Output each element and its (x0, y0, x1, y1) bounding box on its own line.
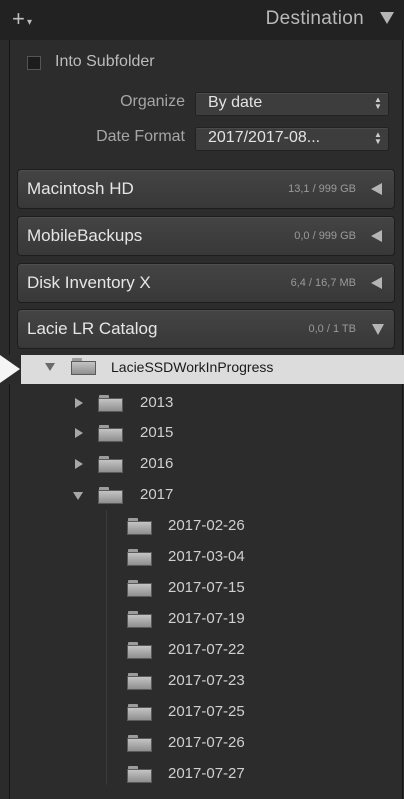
folder-icon (127, 549, 153, 566)
collapsed-triangle-icon[interactable] (371, 230, 382, 242)
volume-macintosh-hd[interactable]: Macintosh HD 13,1 / 999 GB (17, 169, 395, 209)
stepper-arrows-icon: ▲ ▼ (374, 95, 382, 111)
volume-size: 0,0 / 1 TB (308, 323, 357, 335)
folder-row-2016[interactable]: 2016 (0, 453, 404, 477)
add-destination-button[interactable]: + ▾ (12, 6, 42, 32)
folder-name: 2017-07-22 (168, 641, 245, 658)
volume-name: Lacie LR Catalog (27, 319, 158, 338)
folder-name: 2017-07-15 (168, 579, 245, 596)
organize-value: By date (208, 94, 263, 111)
folder-row-date[interactable]: 2017-07-22 (0, 639, 404, 663)
folder-icon (71, 358, 97, 375)
date-format-label: Date Format (96, 128, 185, 145)
organize-select[interactable]: By date ▲ ▼ (195, 92, 389, 116)
folder-row-date[interactable]: 2017-07-23 (0, 670, 404, 694)
date-format-value: 2017/2017-08... (208, 129, 321, 146)
volume-name: MobileBackups (27, 226, 143, 245)
stepper-arrows-icon: ▲ ▼ (374, 130, 382, 146)
volume-size: 0,0 / 999 GB (294, 230, 356, 242)
into-subfolder-label: Into Subfolder (55, 53, 155, 70)
collapsed-triangle-icon[interactable] (75, 398, 83, 408)
folder-row-date[interactable]: 2017-03-04 (0, 546, 404, 570)
folder-name: 2017 (140, 486, 174, 503)
folder-row-date[interactable]: 2017-07-26 (0, 732, 404, 756)
volume-mobilebackups[interactable]: MobileBackups 0,0 / 999 GB (17, 216, 395, 256)
expanded-triangle-icon[interactable] (73, 492, 83, 500)
folder-row-2013[interactable]: 2013 (0, 392, 404, 416)
folder-icon (127, 704, 153, 721)
folder-name: 2017-07-27 (168, 765, 245, 782)
folder-icon (98, 425, 124, 442)
folder-icon (127, 611, 153, 628)
plus-icon: + (12, 6, 25, 31)
folder-name: LacieSSDWorkInProgress (111, 359, 274, 375)
folder-icon (127, 735, 153, 752)
folder-icon (127, 642, 153, 659)
volume-disk-inventory-x[interactable]: Disk Inventory X 6,4 / 16,7 MB (17, 263, 395, 303)
folder-name: 2017-07-19 (168, 610, 245, 627)
collapse-triangle-icon[interactable] (380, 12, 394, 24)
expanded-triangle-icon[interactable] (45, 363, 55, 371)
folder-icon (127, 766, 153, 783)
folder-icon (98, 487, 124, 504)
folder-name: 2016 (140, 455, 174, 472)
folder-row-2015[interactable]: 2015 (0, 422, 404, 446)
folder-name: 2017-07-26 (168, 734, 245, 751)
folder-icon (127, 673, 153, 690)
panel-title[interactable]: Destination (266, 8, 364, 30)
folder-name: 2017-03-04 (168, 548, 245, 565)
organize-label: Organize (120, 93, 185, 110)
folder-name: 2017-07-25 (168, 703, 245, 720)
folder-row-date[interactable]: 2017-02-26 (0, 515, 404, 539)
panel-header: + ▾ Destination (0, 0, 404, 40)
folder-name: 2017-07-23 (168, 672, 245, 689)
volume-name: Disk Inventory X (27, 273, 151, 292)
dropdown-indicator-icon: ▾ (27, 17, 33, 28)
folder-row-date[interactable]: 2017-07-19 (0, 608, 404, 632)
volume-size: 6,4 / 16,7 MB (290, 277, 356, 289)
volume-name: Macintosh HD (27, 179, 134, 198)
into-subfolder-checkbox[interactable] (27, 56, 41, 70)
collapsed-triangle-icon[interactable] (75, 459, 83, 469)
folder-name: 2015 (140, 424, 174, 441)
folder-icon (127, 518, 153, 535)
folder-name: 2013 (140, 394, 174, 411)
folder-row-2017[interactable]: 2017 (0, 484, 404, 508)
collapsed-triangle-icon[interactable] (371, 183, 382, 195)
collapsed-triangle-icon[interactable] (75, 428, 83, 438)
folder-row-date[interactable]: 2017-07-27 (0, 763, 404, 787)
volume-lacie-lr-catalog[interactable]: Lacie LR Catalog 0,0 / 1 TB (17, 309, 395, 349)
collapsed-triangle-icon[interactable] (371, 277, 382, 289)
date-format-select[interactable]: 2017/2017-08... ▲ ▼ (195, 127, 389, 151)
folder-row-date[interactable]: 2017-07-25 (0, 701, 404, 725)
folder-icon (98, 456, 124, 473)
selection-pointer-icon (0, 355, 20, 383)
volume-size: 13,1 / 999 GB (288, 183, 356, 195)
folder-name: 2017-02-26 (168, 517, 245, 534)
expanded-triangle-icon[interactable] (372, 324, 384, 335)
folder-icon (98, 395, 124, 412)
folder-row-date[interactable]: 2017-07-15 (0, 577, 404, 601)
folder-icon (127, 580, 153, 597)
folder-row-selected[interactable]: LacieSSDWorkInProgress (0, 355, 404, 384)
